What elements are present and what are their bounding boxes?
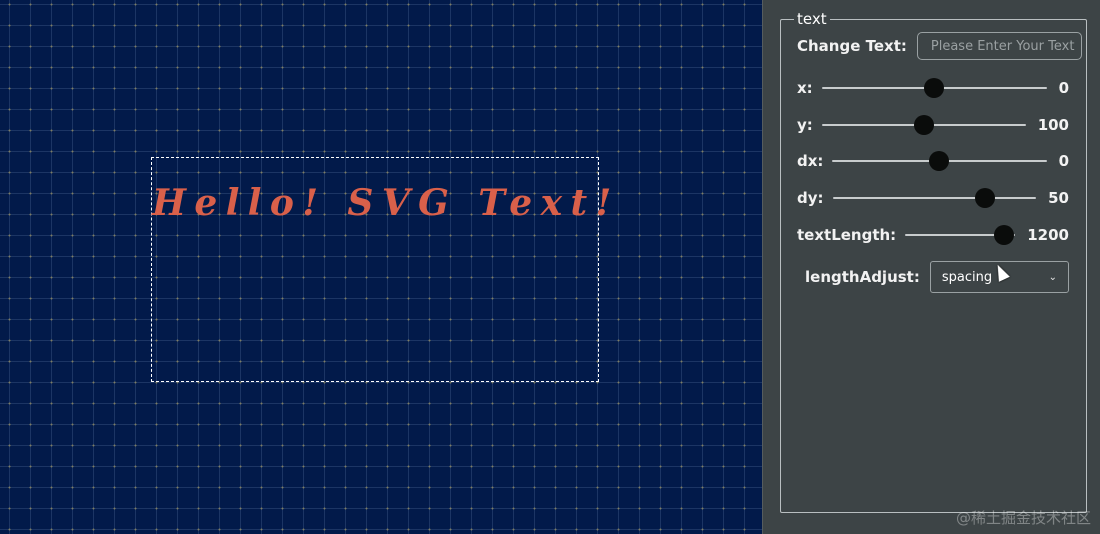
svg-text: Hello! SVG Text! [152,182,620,224]
slider-row-textlength: textLength: 1200 [797,221,1069,249]
slider-value: 0 [1058,79,1069,97]
slider-thumb[interactable] [994,225,1015,245]
slider-label: y: [797,116,813,134]
slider-row-dx: dx: 0 [797,147,1069,175]
slider-track [832,197,1037,199]
slider-value: 1200 [1027,226,1069,244]
slider-thumb[interactable] [924,78,945,98]
slider-value: 0 [1058,152,1069,170]
dy-slider[interactable] [832,188,1037,208]
dx-slider[interactable] [832,151,1047,171]
slider-value: 100 [1037,116,1069,134]
slider-label: dy: [797,189,824,207]
control-panel: text Change Text: Please Enter Your Text… [762,0,1100,534]
change-text-input[interactable]: Please Enter Your Text [916,32,1082,60]
length-adjust-label: lengthAdjust: [805,268,920,286]
slider-label: textLength: [797,226,897,244]
svg-viewport: Hello! SVG Text! [151,157,620,382]
chevron-down-icon: ⌄ [1048,271,1057,283]
change-text-label: Change Text: [797,37,907,55]
slider-row-y: y: 100 [797,111,1069,139]
svg-canvas: Hello! SVG Text! [0,0,762,534]
x-slider[interactable] [821,78,1047,98]
slider-row-dy: dy: 50 [797,184,1069,212]
length-adjust-row: lengthAdjust: spacing ⌄ [805,261,1069,293]
slider-label: dx: [797,152,824,170]
change-text-row: Change Text: Please Enter Your Text [797,32,1082,60]
slider-thumb[interactable] [975,188,996,208]
fieldset-legend: text [794,10,830,28]
textlength-slider[interactable] [905,225,1016,245]
select-value: spacing [941,269,993,285]
slider-label: x: [797,79,813,97]
y-slider[interactable] [821,115,1026,135]
slider-thumb[interactable] [913,115,934,135]
watermark: @稀土掘金技术社区 [955,509,1091,527]
slider-row-x: x: 0 [797,74,1069,102]
slider-thumb[interactable] [929,151,950,171]
slider-value: 50 [1048,189,1069,207]
